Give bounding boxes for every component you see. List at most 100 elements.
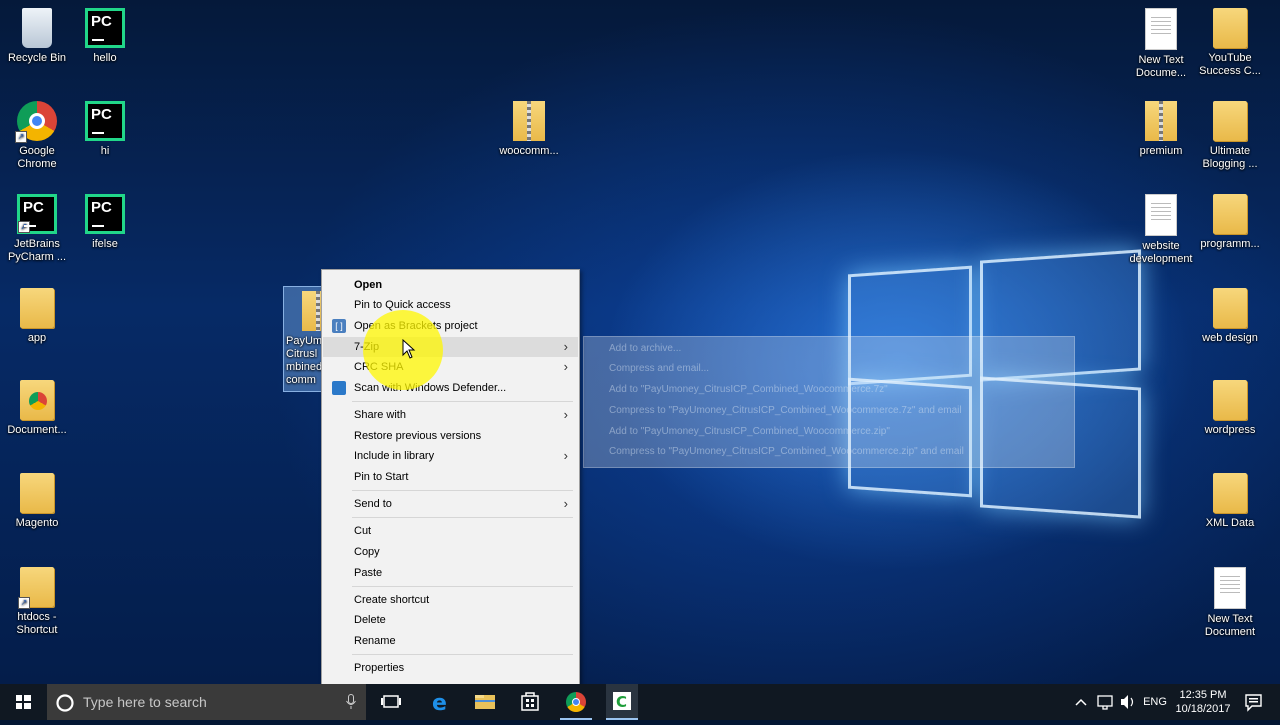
htdocs-shortcut-desktop-icon[interactable]: ↗ htdocs - Shortcut: [0, 567, 74, 637]
icon-label: website development: [1129, 240, 1193, 265]
icon-label: premium: [1139, 145, 1183, 157]
menu-send-to[interactable]: Send to ›: [323, 494, 578, 514]
desktop[interactable]: Recycle Bin PC hello ↗ Google Chrome PC …: [0, 0, 1280, 684]
menu-rename[interactable]: Rename: [323, 631, 578, 651]
menu-scan-windows-defender[interactable]: Scan with Windows Defender...: [323, 378, 578, 398]
ifelse-desktop-icon[interactable]: PC ifelse: [68, 194, 142, 251]
menu-separator: [352, 517, 573, 518]
menu-item-label: Restore previous versions: [354, 430, 482, 442]
menu-include-in-library[interactable]: Include in library ›: [323, 446, 578, 466]
cortana-icon: [56, 694, 74, 712]
folder-icon: [1213, 8, 1247, 48]
folder-icon: [1213, 101, 1247, 141]
hi-desktop-icon[interactable]: PC hi: [68, 101, 142, 158]
task-view-button[interactable]: [376, 684, 406, 720]
menu-restore-previous-versions[interactable]: Restore previous versions: [323, 426, 578, 446]
icon-label: YouTube Success C...: [1199, 52, 1261, 77]
menu-separator: [352, 654, 573, 655]
icon-label: PayUm Citrusl mbined comm: [286, 335, 323, 386]
edge-taskbar-button[interactable]: e: [424, 684, 456, 720]
microphone-icon[interactable]: [346, 694, 356, 710]
web-design-desktop-icon[interactable]: web design: [1193, 288, 1267, 345]
app-desktop-icon[interactable]: app: [0, 288, 74, 345]
new-text-document-1-desktop-icon[interactable]: New Text Docume...: [1124, 8, 1198, 80]
icon-label: ifelse: [92, 238, 118, 250]
svg-text:e: e: [432, 691, 447, 716]
menu-open-as-brackets-project[interactable]: [ ] Open as Brackets project: [323, 316, 578, 336]
documents-desktop-icon[interactable]: Document...: [0, 380, 74, 437]
start-button[interactable]: [0, 684, 47, 720]
submenu-compress-zip-email[interactable]: Compress to "PayUmoney_CitrusICP_Combine…: [609, 443, 964, 461]
menu-pin-to-quick-access[interactable]: Pin to Quick access: [323, 295, 578, 315]
camtasia-taskbar-button[interactable]: C: [606, 684, 638, 720]
icon-label: New Text Document: [1204, 613, 1256, 638]
pycharm-desktop-icon[interactable]: PC ↗ JetBrains PyCharm ...: [0, 194, 74, 264]
clock-date: 10/18/2017: [1175, 703, 1231, 715]
menu-properties[interactable]: Properties: [323, 658, 578, 678]
show-hidden-icons-button[interactable]: [1072, 684, 1090, 720]
wordpress-desktop-icon[interactable]: wordpress: [1193, 380, 1267, 437]
text-document-icon: [1145, 8, 1177, 50]
search-placeholder: Type here to search: [83, 694, 207, 710]
svg-text:C: C: [616, 693, 627, 711]
menu-item-label: Share with: [354, 409, 406, 421]
menu-delete[interactable]: Delete: [323, 610, 578, 630]
volume-tray-button[interactable]: [1118, 684, 1138, 720]
ultimate-blogging-desktop-icon[interactable]: Ultimate Blogging ...: [1193, 101, 1267, 171]
context-menu: Open Pin to Quick access [ ] Open as Bra…: [321, 269, 580, 684]
magento-desktop-icon[interactable]: Magento: [0, 473, 74, 530]
menu-item-label: Include in library: [354, 450, 435, 462]
network-tray-button[interactable]: [1094, 684, 1116, 720]
submenu-compress-and-email[interactable]: Compress and email...: [609, 360, 709, 378]
file-explorer-taskbar-button[interactable]: [469, 684, 501, 720]
menu-create-shortcut[interactable]: Create shortcut: [323, 590, 578, 610]
hello-desktop-icon[interactable]: PC hello: [68, 8, 142, 65]
youtube-success-desktop-icon[interactable]: YouTube Success C...: [1193, 8, 1267, 78]
recycle-bin-desktop-icon[interactable]: Recycle Bin: [0, 8, 74, 65]
chrome-taskbar-button[interactable]: [560, 684, 592, 720]
xml-data-desktop-icon[interactable]: XML Data: [1193, 473, 1267, 530]
menu-item-label: Copy: [354, 546, 380, 558]
folder-icon: [1213, 288, 1247, 328]
icon-label: htdocs - Shortcut: [16, 611, 58, 636]
menu-crc-sha[interactable]: CRC SHA›: [323, 357, 578, 377]
menu-open[interactable]: Open: [323, 275, 578, 295]
icon-label: New Text Docume...: [1135, 54, 1187, 79]
action-center-button[interactable]: [1238, 684, 1268, 720]
store-bag-icon: [521, 692, 539, 711]
folder-icon: [20, 473, 54, 513]
store-taskbar-button[interactable]: [514, 684, 546, 720]
taskbar-search-box[interactable]: Type here to search: [47, 684, 366, 720]
icon-label: wordpress: [1204, 424, 1256, 436]
language-indicator[interactable]: ENG: [1142, 684, 1168, 720]
premium-desktop-icon[interactable]: premium: [1124, 101, 1198, 158]
menu-copy[interactable]: Copy: [323, 542, 578, 562]
new-text-document-2-desktop-icon[interactable]: New Text Document: [1193, 567, 1267, 639]
icon-label: XML Data: [1205, 517, 1255, 529]
icon-label: JetBrains PyCharm ...: [7, 238, 67, 263]
clock[interactable]: 12:35 PM 10/18/2017: [1170, 684, 1236, 720]
menu-pin-to-start[interactable]: Pin to Start: [323, 467, 578, 487]
submenu-arrow-icon: ›: [563, 359, 568, 374]
notification-icon: [1245, 694, 1262, 712]
submenu-add-to-zip[interactable]: Add to "PayUmoney_CitrusICP_Combined_Woo…: [609, 423, 890, 441]
woocommerce-desktop-icon[interactable]: woocomm...: [492, 101, 566, 158]
submenu-arrow-icon: ›: [563, 407, 568, 422]
submenu-add-to-7z[interactable]: Add to "PayUmoney_CitrusICP_Combined_Woo…: [609, 381, 888, 399]
google-chrome-desktop-icon[interactable]: ↗ Google Chrome: [0, 101, 74, 171]
icon-label: app: [27, 332, 47, 344]
menu-7zip[interactable]: 7-Zip›: [323, 337, 578, 357]
icon-label: web design: [1202, 332, 1258, 344]
seven-zip-submenu: Add to archive... Compress and email... …: [583, 336, 1075, 468]
menu-cut[interactable]: Cut: [323, 521, 578, 541]
icon-label: Recycle Bin: [7, 52, 67, 64]
network-icon: [1097, 695, 1113, 710]
submenu-compress-7z-email[interactable]: Compress to "PayUmoney_CitrusICP_Combine…: [609, 402, 962, 420]
menu-paste[interactable]: Paste: [323, 563, 578, 583]
submenu-add-to-archive[interactable]: Add to archive...: [609, 340, 681, 358]
menu-share-with[interactable]: Share with ›: [323, 405, 578, 425]
menu-item-label: Paste: [354, 567, 383, 579]
programming-desktop-icon[interactable]: programm...: [1193, 194, 1267, 251]
menu-item-label: Scan with Windows Defender...: [354, 382, 507, 394]
website-development-desktop-icon[interactable]: website development: [1124, 194, 1198, 266]
